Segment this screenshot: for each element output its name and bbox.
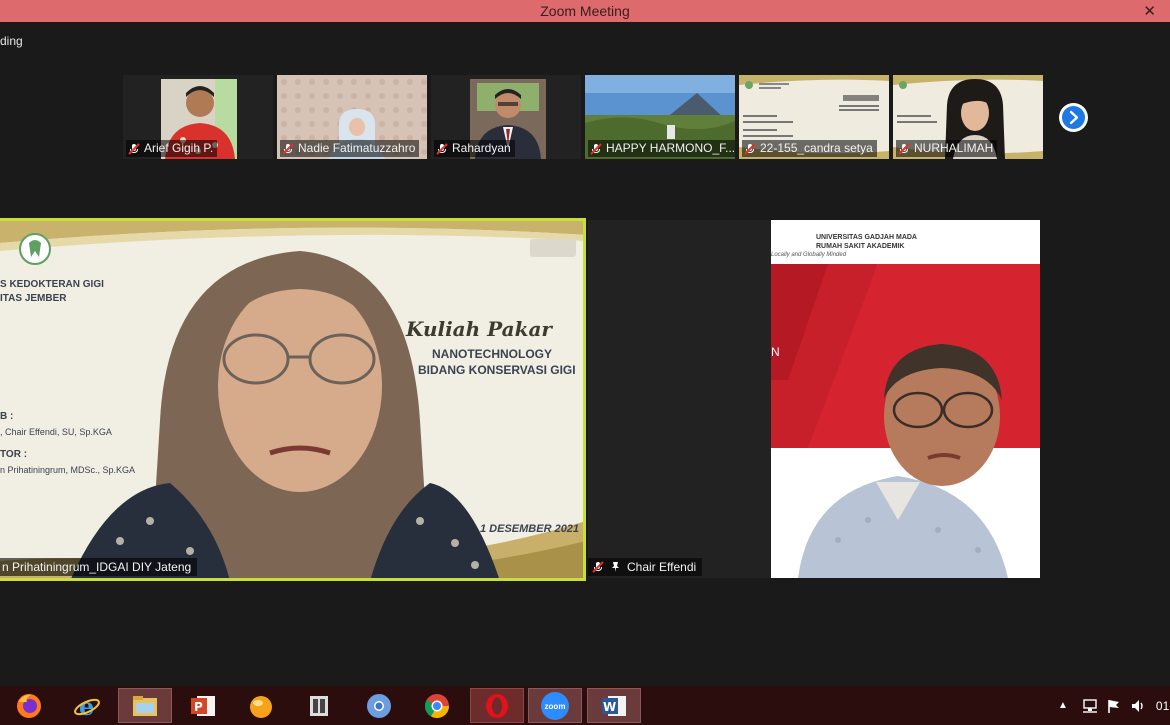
participant-name-tag: Arief Gigih P.	[126, 140, 218, 157]
background-line1: UNIVERSITAS GADJAH MADA	[816, 234, 917, 241]
taskbar-word[interactable]: W	[587, 688, 641, 723]
slide-topic-line2: BIDANG KONSERVASI GIGI	[418, 363, 576, 377]
orange-ball-icon	[250, 695, 272, 718]
mic-muted-icon	[282, 142, 294, 155]
participant-thumbnail[interactable]: Rahardyan	[431, 75, 581, 159]
next-page-button[interactable]	[1059, 103, 1088, 132]
taskbar-powerpoint[interactable]: P	[176, 688, 230, 723]
participant-video	[588, 220, 1040, 578]
active-speaker-video[interactable]: S KEDOKTERAN GIGI ITAS JEMBER Kuliah Pak…	[0, 218, 586, 581]
network-icon[interactable]	[1082, 698, 1098, 713]
powerpoint-icon: P	[191, 695, 215, 716]
slide-moderator-name: n Prihatiningrum, MDSc., Sp.KGA	[0, 465, 136, 475]
slide-speaker-label: B :	[0, 411, 14, 422]
chrome-icon	[424, 693, 449, 718]
zoom-meeting-window: Zoom Meeting ✕ ding Arief Gigih P. Nadie…	[0, 0, 1170, 725]
close-button[interactable]: ✕	[1143, 2, 1156, 20]
participant-video-large[interactable]: UNIVERSITAS GADJAH MADA RUMAH SAKIT AKAD…	[588, 220, 1040, 578]
word-icon-label: W	[603, 700, 616, 714]
participant-name: 22-155_candra setya	[760, 141, 873, 155]
slide-faculty-line1: S KEDOKTERAN GIGI	[0, 279, 104, 290]
mic-muted-icon	[590, 142, 602, 155]
participant-thumbnail[interactable]: NURHALIMAH	[893, 75, 1043, 159]
participant-thumbnail[interactable]: Arief Gigih P.	[123, 75, 273, 159]
word-icon: W	[602, 695, 626, 716]
participant-thumbnail[interactable]: Nadie Fatimatuzzahro	[277, 75, 427, 159]
participant-name-tag: Nadie Fatimatuzzahro	[280, 140, 420, 157]
svg-text:e: e	[79, 692, 94, 720]
participant-thumbnail[interactable]: 22-155_candra setya	[739, 75, 889, 159]
speaker-volume-icon[interactable]	[1130, 699, 1146, 713]
svg-text:P: P	[194, 700, 203, 714]
title-bar[interactable]: Zoom Meeting ✕	[0, 0, 1170, 22]
taskbar-internet-explorer[interactable]: e	[60, 688, 114, 723]
taskbar-zoom[interactable]: zoom	[528, 688, 582, 723]
slide-speaker-name: , Chair Effendi, SU, Sp.KGA	[0, 427, 112, 437]
participant-name-tag: NURHALIMAH	[896, 140, 998, 157]
next-page-button-face	[1062, 106, 1085, 129]
taskbar-media-app[interactable]	[292, 688, 346, 723]
active-speaker-name: n Prihatiningrum_IDGAI DIY Jateng	[0, 558, 198, 576]
background-side-text: N	[771, 345, 780, 359]
recording-label: ding	[0, 34, 23, 48]
participant-thumbnail[interactable]: HAPPY HARMONO_F...	[585, 75, 735, 159]
background-line3: Locally and Globally Minded	[771, 252, 847, 258]
participant-name: Rahardyan	[452, 141, 511, 155]
background-line2: RUMAH SAKIT AKADEMIK	[816, 243, 905, 250]
participant-name-tag: Chair Effendi	[588, 558, 703, 576]
window-title: Zoom Meeting	[540, 3, 630, 19]
taskbar-chromium[interactable]	[352, 688, 406, 723]
system-tray: ▲ 01	[1058, 686, 1169, 725]
participant-name: Nadie Fatimatuzzahro	[298, 141, 416, 155]
slide-topic-line1: NANOTECHNOLOGY	[432, 347, 552, 361]
slide-faculty-line2: ITAS JEMBER	[0, 293, 67, 304]
clock-time[interactable]: 01	[1156, 699, 1169, 713]
mic-muted-icon	[898, 142, 910, 155]
zoom-icon: zoom	[541, 691, 569, 720]
action-center-flag-icon[interactable]	[1106, 699, 1122, 713]
opera-icon	[486, 693, 508, 718]
taskbar-orange-app[interactable]	[234, 688, 288, 723]
zoom-icon-label: zoom	[545, 702, 566, 711]
participant-name: HAPPY HARMONO_F...	[606, 141, 735, 155]
windows-taskbar: e P zoom W ▲ 01	[0, 686, 1170, 725]
internet-explorer-icon: e	[74, 692, 100, 720]
file-explorer-icon	[133, 695, 157, 716]
media-icon	[310, 695, 328, 716]
mic-muted-icon	[592, 561, 604, 573]
taskbar-firefox[interactable]	[2, 688, 56, 723]
taskbar-chrome[interactable]	[410, 688, 464, 723]
participant-name: NURHALIMAH	[914, 141, 994, 155]
taskbar-file-explorer[interactable]	[118, 688, 172, 723]
chevron-right-icon	[1069, 110, 1079, 125]
mic-muted-icon	[436, 142, 448, 155]
mic-muted-icon	[744, 142, 756, 155]
participant-name: Arief Gigih P.	[144, 141, 214, 155]
participant-name-tag: Rahardyan	[434, 140, 515, 157]
participant-name-tag: 22-155_candra setya	[742, 140, 877, 157]
slide-script-title: Kuliah Pakar	[406, 317, 552, 341]
participant-name-tag: HAPPY HARMONO_F...	[588, 140, 735, 157]
pin-icon	[612, 562, 619, 572]
firefox-icon	[17, 693, 41, 718]
mic-muted-icon	[128, 142, 140, 155]
participant-name: Chair Effendi	[627, 560, 697, 574]
slide-date: 1 DESEMBER 2021	[480, 523, 580, 535]
chromium-icon	[367, 693, 391, 718]
tray-overflow-icon[interactable]: ▲	[1058, 700, 1068, 711]
slide-moderator-label: TOR :	[0, 449, 28, 460]
taskbar-opera[interactable]	[470, 688, 524, 723]
